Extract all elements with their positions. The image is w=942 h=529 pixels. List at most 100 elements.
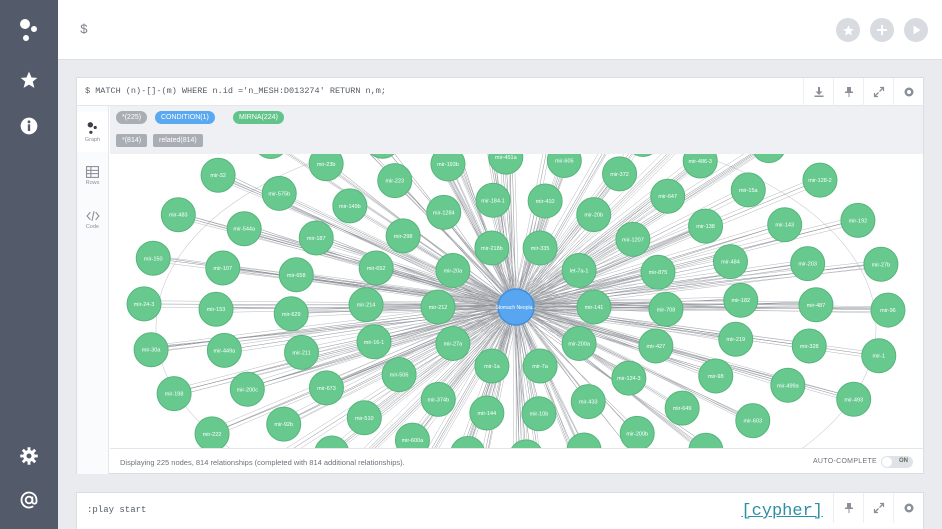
download-icon[interactable] (803, 78, 833, 106)
favorite-query-icon[interactable] (836, 18, 860, 42)
mirna-node[interactable]: mir-182 (723, 282, 759, 318)
mirna-node[interactable]: mir-200a (561, 325, 597, 361)
mirna-node[interactable]: mir-629 (273, 296, 309, 332)
mirna-node[interactable]: mir-708 (648, 291, 684, 327)
mirna-node[interactable]: mir-10b (521, 396, 557, 432)
mirna-node[interactable]: mir-219 (718, 321, 754, 357)
mirna-node[interactable]: mir-649 (664, 390, 700, 426)
mirna-node[interactable]: mir-16-1 (356, 324, 392, 360)
mirna-node[interactable]: mir-222 (194, 416, 230, 448)
mirna-node[interactable]: mir-149b (332, 188, 368, 224)
mirna-node-circle[interactable] (682, 154, 718, 179)
mirna-node-circle[interactable] (254, 154, 288, 159)
mirna-node[interactable]: mir-200c (229, 371, 265, 407)
mirna-node[interactable]: mir-433 (570, 384, 606, 420)
mirna-node[interactable]: mir-652 (358, 250, 394, 286)
mirna-node[interactable]: mir-499a (770, 367, 806, 403)
mirna-node[interactable]: mir-298 (385, 218, 421, 254)
frame2-close-icon[interactable] (893, 493, 923, 523)
rel-pill-all[interactable]: *(814) (116, 134, 148, 147)
mirna-node[interactable]: mir-605 (546, 154, 582, 178)
mirna-node[interactable]: mir-23b (308, 154, 344, 182)
mirna-node[interactable]: mir-24-3 (126, 286, 162, 322)
mirna-node[interactable]: mir-30a (133, 332, 169, 368)
mirna-node-circle[interactable] (688, 432, 724, 448)
mirna-node[interactable]: mir-410 (527, 183, 563, 219)
mirna-node[interactable]: mir-96 (870, 292, 906, 328)
mirna-node[interactable]: mir-128-2 (802, 162, 838, 198)
mirna-node[interactable]: mir-92b (266, 406, 302, 442)
mirna-node[interactable]: mir-451a (488, 154, 524, 175)
mirna-node[interactable]: mir-673 (308, 370, 344, 406)
mirna-node[interactable]: mir-449a (206, 332, 242, 368)
mirna-node[interactable]: mir-98 (698, 358, 734, 394)
mirna-node[interactable]: mir-143 (767, 207, 803, 243)
mirna-node[interactable]: mir-218b (474, 230, 510, 266)
settings-gear-icon[interactable] (0, 434, 58, 478)
mirna-node[interactable]: mir-223 (377, 163, 413, 199)
mirna-node[interactable]: mir-187 (298, 220, 334, 256)
mirna-node[interactable]: mir-144 (469, 395, 505, 431)
mirna-node[interactable]: mir-200b (619, 415, 655, 448)
mirna-node[interactable]: mir-20b (576, 197, 612, 233)
mirna-node[interactable]: mir-138 (688, 208, 724, 244)
mirna-node[interactable]: mir-198 (156, 376, 192, 412)
frame2-pin-icon[interactable] (833, 493, 863, 523)
label-pill-all[interactable]: *(225) (116, 111, 148, 124)
mirna-node[interactable]: mir-124-3 (611, 360, 647, 396)
mirna-node[interactable]: mir-1284 (426, 194, 462, 230)
mirna-node[interactable]: mir-7a (522, 348, 558, 384)
mirna-node[interactable]: mir-647 (650, 178, 686, 214)
mirna-node[interactable]: mir-328 (791, 328, 827, 364)
frame2-query-text[interactable]: :play start (87, 505, 146, 515)
neo4j-logo-icon[interactable] (0, 8, 58, 52)
mirna-node[interactable]: mir-214 (348, 287, 384, 323)
mirna-node[interactable]: mir-427 (638, 328, 674, 364)
pin-icon[interactable] (833, 78, 863, 106)
mirna-node-circle[interactable] (451, 436, 485, 448)
autocomplete-toggle[interactable]: ON (881, 456, 913, 468)
label-pill-condition[interactable]: CONDITION(1) (155, 111, 215, 124)
run-query-play-icon[interactable] (904, 18, 928, 42)
mirna-node-circle[interactable] (752, 154, 786, 164)
mirna-node[interactable]: mir-487 (798, 287, 834, 323)
mirna-node[interactable]: mir-193b (430, 154, 466, 182)
mirna-node[interactable]: let-7a-1 (561, 253, 597, 289)
mirna-node[interactable]: mir-486-3 (682, 154, 718, 179)
mirna-node[interactable]: mir-875 (640, 254, 676, 290)
mirna-node[interactable]: mir-32 (200, 157, 236, 193)
mirna-node[interactable]: mir-152 (688, 432, 724, 448)
mirna-node[interactable]: mir-493 (836, 381, 872, 417)
mirna-node[interactable]: mir-510 (346, 400, 382, 436)
mirna-node[interactable]: mir-27a (435, 325, 471, 361)
info-icon[interactable] (0, 104, 58, 148)
mirna-node[interactable]: mir-483 (160, 197, 196, 233)
mirna-node[interactable]: mir-195 (451, 436, 485, 448)
mirna-node[interactable]: mir-212 (420, 289, 456, 325)
mirna-node[interactable]: mir-1 (861, 338, 897, 374)
tab-graph[interactable]: Graph (77, 112, 108, 152)
mirna-node[interactable]: mir-374b (420, 381, 456, 417)
about-at-icon[interactable] (0, 478, 58, 522)
tab-code[interactable]: Code (77, 200, 108, 240)
mirna-node-circle[interactable] (315, 435, 349, 448)
mirna-node[interactable]: mir-484 (712, 244, 748, 280)
mirna-node[interactable]: mir-1a (474, 348, 510, 384)
close-frame-icon[interactable] (893, 78, 923, 106)
tab-rows[interactable]: Rows (77, 156, 108, 196)
mirna-node[interactable]: mir-203 (790, 246, 826, 282)
mirna-node[interactable]: mir-184-1 (475, 182, 511, 218)
mirna-node[interactable]: mir-490 (254, 154, 288, 159)
mirna-node[interactable]: mir-20a (435, 253, 471, 289)
mirna-node[interactable]: mir-150 (135, 240, 171, 276)
clear-editor-plus-icon[interactable] (870, 18, 894, 42)
mirna-node[interactable]: mir-27b (863, 246, 899, 282)
mirna-node[interactable]: mir-141 (576, 289, 612, 325)
mirna-node[interactable]: mir-372 (602, 156, 638, 192)
rel-pill-related[interactable]: related(814) (153, 134, 203, 147)
favorites-star-icon[interactable] (0, 58, 58, 102)
expand-icon[interactable] (863, 78, 893, 106)
mirna-node[interactable]: mir-153 (198, 291, 234, 327)
graph-svg[interactable]: mir-141 mir-200a mir-7a mir-1a mir-27a mir-21… (110, 154, 923, 448)
mirna-node[interactable]: mir-335 (522, 230, 558, 266)
